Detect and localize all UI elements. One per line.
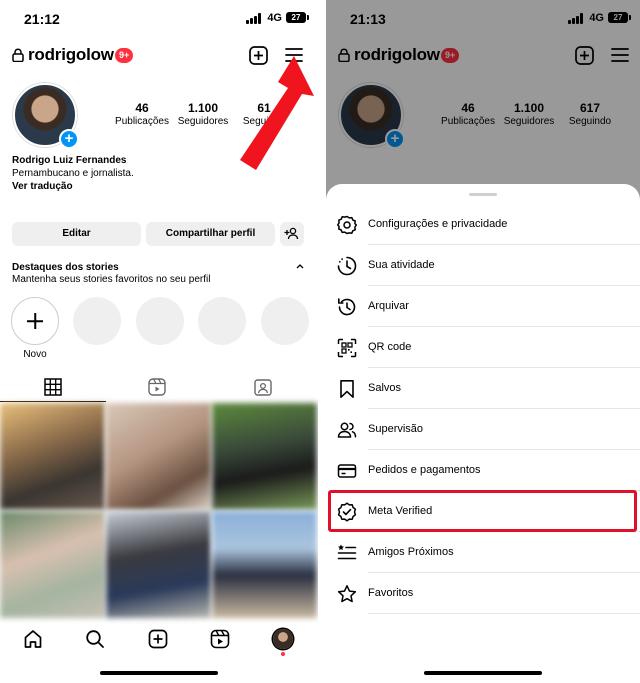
stat-posts-number: 46 (135, 101, 149, 115)
share-profile-button[interactable]: Compartilhar perfil (146, 222, 275, 246)
highlight-placeholder (73, 297, 121, 345)
full-name: Rodrigo Luiz Fernandes (12, 155, 127, 166)
lock-icon (12, 48, 24, 62)
menu-item-label: Configurações e privacidade (368, 218, 508, 230)
stat-posts[interactable]: 46 Publicações (107, 101, 177, 127)
divider (368, 613, 640, 614)
post-thumbnail[interactable] (106, 403, 211, 510)
home-indicator (100, 671, 218, 675)
menu-item-label: QR code (368, 341, 412, 353)
menu-item-label: Amigos Próximos (368, 546, 454, 558)
battery-icon: 27 (286, 12, 309, 23)
stat-posts-label: Publicações (115, 116, 169, 127)
highlight-placeholder (261, 297, 309, 345)
notification-dot (281, 652, 285, 656)
notification-badge: 9+ (115, 48, 134, 63)
signal-icon (246, 13, 262, 24)
star-icon (337, 585, 357, 603)
supervision-people-icon (337, 422, 357, 438)
menu-item-activity[interactable]: Sua atividade (326, 245, 640, 286)
reels-icon[interactable] (210, 629, 230, 649)
menu-item-label: Arquivar (368, 300, 409, 312)
add-person-icon (284, 227, 299, 240)
status-bar: 21:12 4G 27 (0, 0, 318, 36)
menu-item-supervision[interactable]: Supervisão (326, 409, 640, 450)
reels-tab-icon[interactable] (148, 378, 166, 396)
menu-item-label: Favoritos (368, 587, 414, 599)
edit-profile-button[interactable]: Editar (12, 222, 141, 246)
profile-menu-screen: 21:13 4G 27 rodrigolow 9+ + 46 Publicaçõ… (326, 0, 640, 683)
stat-followers-number: 1.100 (187, 101, 219, 115)
close-friends-list-icon (337, 544, 357, 560)
profile-tabs (0, 372, 318, 402)
menu-item-label: Supervisão (368, 423, 424, 435)
bio-text: Pernambucano e jornalista. (12, 168, 134, 179)
menu-item-saved[interactable]: Salvos (326, 368, 640, 409)
tagged-tab-icon[interactable] (254, 378, 272, 396)
posts-grid (0, 403, 318, 619)
post-thumbnail[interactable] (106, 511, 211, 618)
discover-people-button[interactable] (280, 222, 304, 246)
qr-code-icon (337, 338, 357, 358)
new-highlight-label: Novo (23, 349, 47, 360)
bookmark-icon (340, 380, 354, 398)
menu-item-qr-code[interactable]: QR code (326, 327, 640, 368)
active-tab-indicator (0, 401, 106, 402)
menu-item-label: Salvos (368, 382, 402, 394)
menu-item-label: Sua atividade (368, 259, 435, 271)
post-thumbnail[interactable] (0, 511, 105, 618)
menu-item-orders-payments[interactable]: Pedidos e pagamentos (326, 450, 640, 491)
highlight-placeholder (198, 297, 246, 345)
highlights-title: Destaques dos stories (12, 262, 119, 273)
annotation-highlight-box (328, 490, 637, 532)
stat-followers-label: Seguidores (177, 116, 229, 127)
annotation-arrow (240, 56, 314, 170)
network-label: 4G (267, 12, 282, 24)
profile-screen: 21:12 4G 27 rodrigolow 9+ + 46 Publicaçõ… (0, 0, 318, 683)
stat-followers[interactable]: 1.100 Seguidores (168, 101, 238, 127)
chevron-up-icon[interactable] (296, 263, 304, 269)
add-story-plus-icon[interactable]: + (59, 129, 79, 149)
create-post-icon[interactable] (148, 629, 168, 649)
menu-item-label: Pedidos e pagamentos (368, 464, 481, 476)
menu-item-archive[interactable]: Arquivar (326, 286, 640, 327)
post-thumbnail[interactable] (0, 403, 105, 510)
home-icon[interactable] (23, 629, 43, 649)
archive-history-icon (338, 298, 356, 316)
new-highlight-button[interactable] (11, 297, 59, 345)
profile-avatar-tab[interactable] (273, 629, 293, 649)
search-icon[interactable] (85, 629, 105, 649)
highlight-placeholder (136, 297, 184, 345)
status-time: 21:12 (24, 11, 60, 27)
post-thumbnail[interactable] (212, 403, 317, 510)
username[interactable]: rodrigolow (28, 45, 114, 65)
bottom-navigation (0, 622, 318, 662)
sheet-grabber[interactable] (469, 193, 497, 196)
settings-bottom-sheet: Configurações e privacidade Sua atividad… (326, 184, 640, 683)
menu-item-settings[interactable]: Configurações e privacidade (326, 204, 640, 245)
see-translation-link[interactable]: Ver tradução (12, 181, 73, 192)
card-payment-icon (337, 464, 357, 478)
highlights-subtitle: Mantenha seus stories favoritos no seu p… (12, 274, 211, 285)
post-thumbnail[interactable] (212, 511, 317, 618)
home-indicator (424, 671, 542, 675)
menu-item-close-friends[interactable]: Amigos Próximos (326, 532, 640, 573)
activity-clock-icon (337, 256, 357, 276)
grid-posts-tab-icon[interactable] (44, 378, 62, 396)
menu-item-favorites[interactable]: Favoritos (326, 573, 640, 614)
settings-gear-icon (337, 215, 357, 235)
